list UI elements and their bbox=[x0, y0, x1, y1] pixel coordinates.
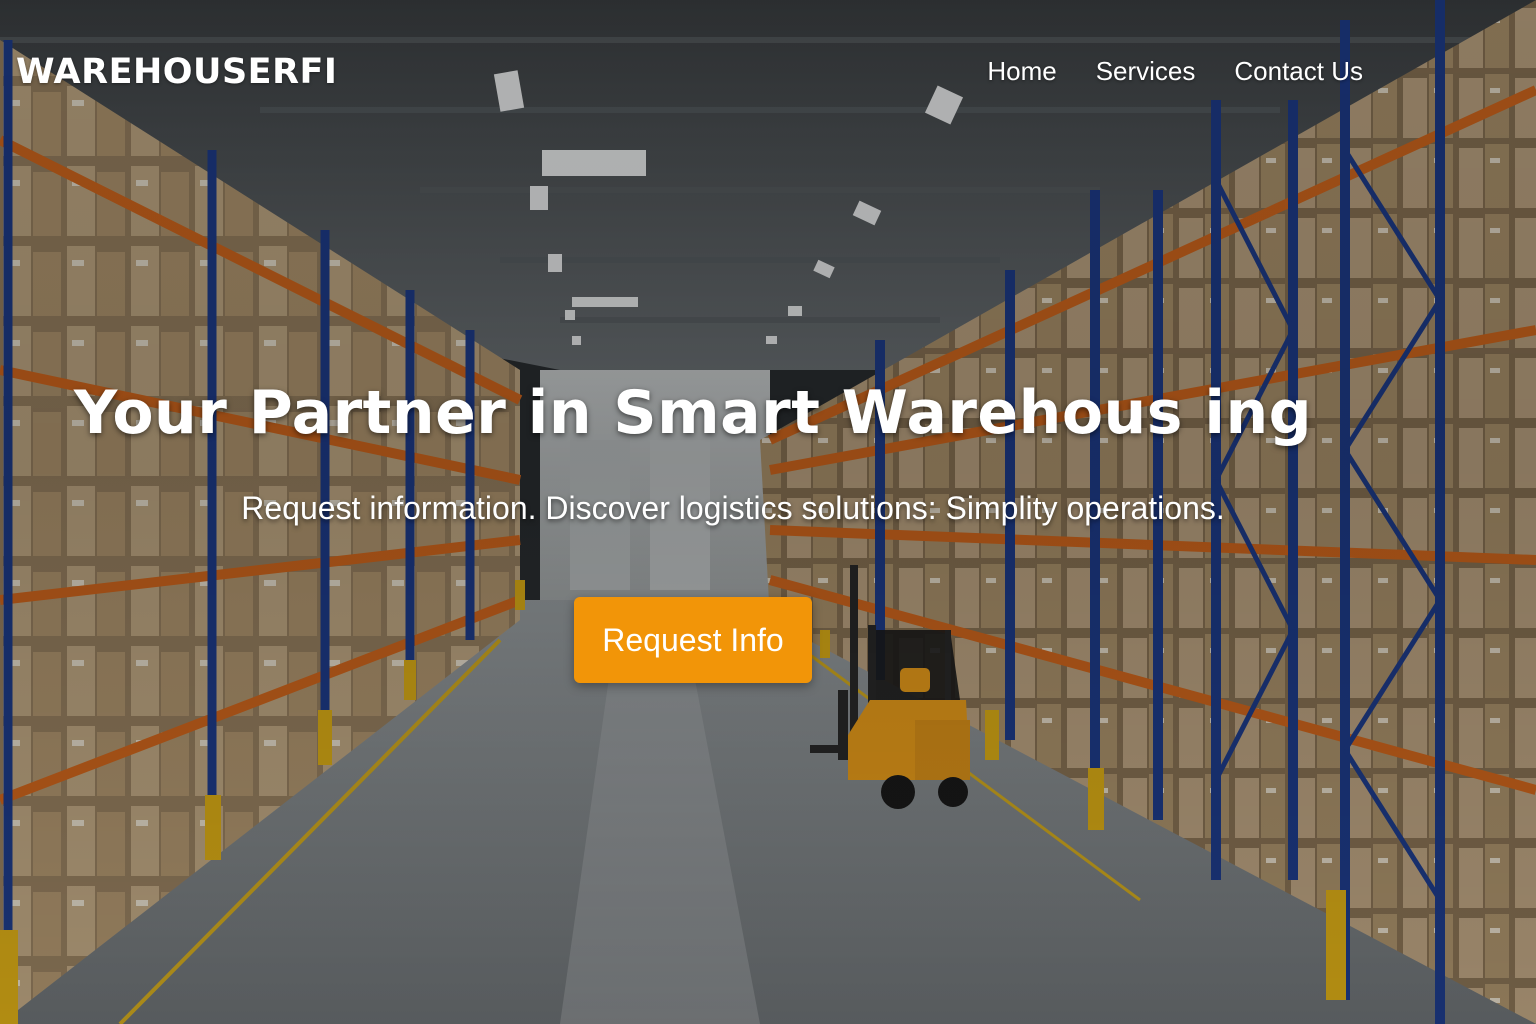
brand-logo[interactable]: WAREHOUSERFI bbox=[16, 52, 337, 92]
top-navbar: WAREHOUSERFI Home Services Contact Us bbox=[0, 0, 1536, 150]
hero-section: WAREHOUSERFI Home Services Contact Us Yo… bbox=[0, 0, 1536, 1024]
nav-link-home[interactable]: Home bbox=[987, 56, 1056, 87]
main-nav: Home Services Contact Us bbox=[948, 56, 1363, 87]
hero-headline: Your Partner in Smart Warehous ing bbox=[73, 378, 1313, 448]
nav-link-contact-us[interactable]: Contact Us bbox=[1234, 56, 1363, 87]
nav-link-services[interactable]: Services bbox=[1096, 56, 1196, 87]
request-info-button[interactable]: Request Info bbox=[574, 597, 812, 683]
hero-subheadline: Request information. Discover logistics … bbox=[241, 490, 1225, 526]
